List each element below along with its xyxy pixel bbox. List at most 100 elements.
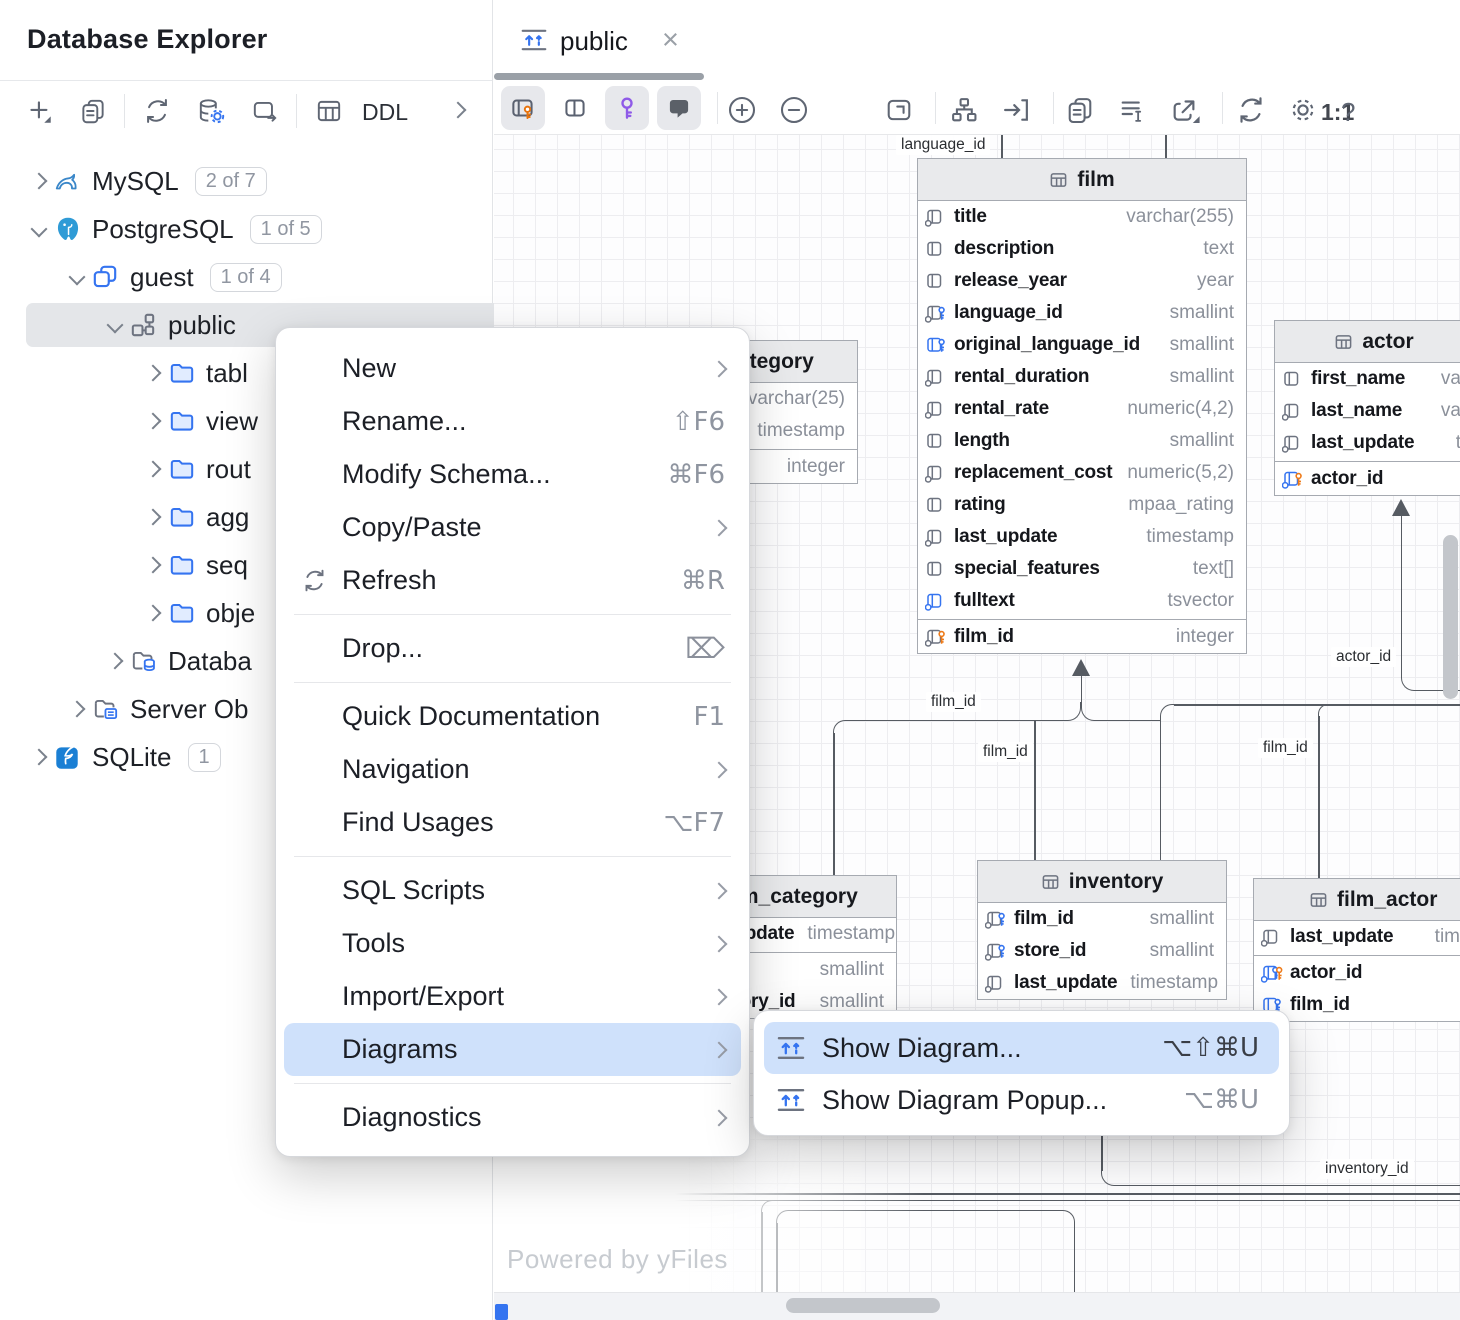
- edge-arrow-film: [1072, 659, 1090, 676]
- diagram-table-actor[interactable]: actorfirst_namevalast_namevalast_updatet…: [1274, 320, 1460, 496]
- horizontal-scrollbar-thumb[interactable]: [786, 1298, 940, 1313]
- data-source-properties-button[interactable]: [196, 96, 226, 126]
- chevron-right-icon[interactable]: [140, 511, 166, 523]
- table-column-row: film_idinteger: [918, 621, 1246, 653]
- settings-gear-icon[interactable]: [1287, 94, 1319, 126]
- tree-item-label: MySQL: [92, 166, 179, 197]
- table-column-row: titlevarchar(255): [918, 201, 1246, 233]
- layout-button[interactable]: [948, 94, 980, 126]
- menu-item-copy-paste[interactable]: Copy/Paste: [284, 501, 741, 554]
- menu-item-diagrams[interactable]: Diagrams: [284, 1023, 741, 1076]
- menu-item-new[interactable]: New: [284, 342, 741, 395]
- chevron-right-icon[interactable]: [26, 175, 52, 187]
- diagram-table-film[interactable]: filmtitlevarchar(255)descriptiontextrele…: [917, 158, 1247, 654]
- sqlite-icon: [52, 742, 92, 772]
- table-column-row: film_idsmallint: [978, 903, 1226, 935]
- vertical-scrollbar-thumb[interactable]: [1443, 535, 1458, 699]
- menu-item-label: Import/Export: [342, 981, 504, 1012]
- menu-item-import-export[interactable]: Import/Export: [284, 970, 741, 1023]
- show-key-columns-toggle[interactable]: [501, 86, 545, 130]
- menu-item-rename[interactable]: Rename...⇧F6: [284, 395, 741, 448]
- fit-content-button[interactable]: [883, 94, 915, 126]
- detach-console-button[interactable]: [250, 96, 280, 126]
- menu-item-modify-schema[interactable]: Modify Schema...⌘F6: [284, 448, 741, 501]
- dbsquares-icon: [90, 262, 130, 292]
- chevron-down-icon[interactable]: [102, 319, 128, 331]
- column-name: replacement_cost: [954, 462, 1112, 484]
- tree-item-guest[interactable]: guest1 of 4: [0, 254, 557, 300]
- diagram-table-film_actor[interactable]: film_actorlast_updatetimactor_idfilm_id: [1253, 878, 1460, 1022]
- yfiles-watermark: Powered by yFiles: [507, 1244, 728, 1275]
- tree-item-label: Databa: [168, 646, 252, 677]
- column-type: text: [1197, 238, 1234, 260]
- menu-item-navigation[interactable]: Navigation: [284, 743, 741, 796]
- refresh-button[interactable]: [142, 96, 172, 126]
- table-column-row: last_updatetimestamp: [918, 521, 1246, 553]
- menu-item-diagnostics[interactable]: Diagnostics: [284, 1091, 741, 1144]
- diagram-icon: [776, 1035, 822, 1061]
- column-name: language_id: [954, 302, 1063, 324]
- diagram-table-inventory[interactable]: inventoryfilm_idsmallintstore_idsmallint…: [977, 860, 1227, 1000]
- chevron-right-icon[interactable]: [64, 703, 90, 715]
- table-column-row: original_language_idsmallint: [918, 329, 1246, 361]
- table-view-button[interactable]: [314, 96, 344, 126]
- column-type: tim: [1429, 926, 1460, 948]
- menu-item-tools[interactable]: Tools: [284, 917, 741, 970]
- ddl-view-button[interactable]: DDL: [362, 99, 408, 126]
- edit-properties-button[interactable]: [1117, 94, 1149, 126]
- menu-item-refresh[interactable]: Refresh⌘R: [284, 554, 741, 607]
- add-data-source-button[interactable]: [25, 96, 55, 126]
- duplicate-button[interactable]: [78, 96, 108, 126]
- menu-item-drop[interactable]: Drop...⌦: [284, 622, 741, 675]
- tab-close-icon[interactable]: ×: [662, 24, 679, 57]
- submenu-chevron-icon: [713, 522, 725, 534]
- edge-elbow: [1318, 704, 1331, 717]
- chevron-down-icon[interactable]: [26, 223, 52, 235]
- folder-icon: [166, 550, 206, 580]
- edge-label-actor-id: actor_id: [1331, 647, 1396, 667]
- column-type: smallint: [814, 959, 884, 981]
- refresh-diagram-button[interactable]: [1235, 94, 1267, 126]
- chevron-right-icon[interactable]: [140, 607, 166, 619]
- horizontal-scrollbar-track[interactable]: [494, 1292, 1460, 1320]
- toolbar-expand-chevron[interactable]: [450, 102, 467, 119]
- show-columns-toggle[interactable]: [553, 86, 597, 130]
- scroll-to-selection-button[interactable]: [1000, 94, 1032, 126]
- chevron-right-icon[interactable]: [102, 655, 128, 667]
- menu-item-find-usages[interactable]: Find Usages⌥F7: [284, 796, 741, 849]
- menu-item-show-diagram-popup[interactable]: Show Diagram Popup...⌥⌘U: [764, 1074, 1279, 1126]
- table-title: film_actor: [1337, 888, 1437, 912]
- help-button[interactable]: ?: [1341, 97, 1355, 128]
- edge-label-film-id: film_id: [1258, 738, 1313, 758]
- table-column-row: store_idsmallint: [978, 935, 1226, 967]
- tree-item-badge: 1 of 5: [250, 215, 322, 244]
- tab-public[interactable]: public ×: [494, 0, 706, 82]
- table-title: actor: [1362, 330, 1413, 354]
- tree-item-mysql[interactable]: MySQL2 of 7: [0, 158, 519, 204]
- tree-item-postgresql[interactable]: PostgreSQL 1 of 5: [0, 206, 519, 252]
- zoom-out-button[interactable]: [778, 94, 810, 126]
- tree-item-label: PostgreSQL: [92, 214, 234, 245]
- zoom-in-button[interactable]: [726, 94, 758, 126]
- chevron-down-icon[interactable]: [64, 271, 90, 283]
- menu-item-label: Drop...: [342, 633, 423, 664]
- chevron-right-icon[interactable]: [26, 751, 52, 763]
- table-column-row: first_nameva: [1275, 363, 1460, 395]
- refresh-icon: [301, 567, 342, 594]
- table-title: film: [1077, 168, 1114, 192]
- table-column-row: fulltexttsvector: [918, 585, 1246, 617]
- chevron-right-icon[interactable]: [140, 367, 166, 379]
- show-key-details-toggle[interactable]: [605, 86, 649, 130]
- chevron-right-icon[interactable]: [140, 415, 166, 427]
- chevron-right-icon[interactable]: [140, 559, 166, 571]
- edge-bottom-v1: [761, 1212, 763, 1292]
- menu-item-sql-scripts[interactable]: SQL Scripts: [284, 864, 741, 917]
- menu-item-quick-documentation[interactable]: Quick DocumentationF1: [284, 690, 741, 743]
- show-comments-toggle[interactable]: [657, 86, 701, 130]
- table-header: film: [918, 159, 1246, 201]
- chevron-right-icon[interactable]: [140, 463, 166, 475]
- copy-diagram-button[interactable]: [1064, 94, 1096, 126]
- tree-item-label: tabl: [206, 358, 248, 389]
- export-diagram-button[interactable]: [1169, 94, 1203, 126]
- menu-item-show-diagram[interactable]: Show Diagram...⌥⇧⌘U: [764, 1022, 1279, 1074]
